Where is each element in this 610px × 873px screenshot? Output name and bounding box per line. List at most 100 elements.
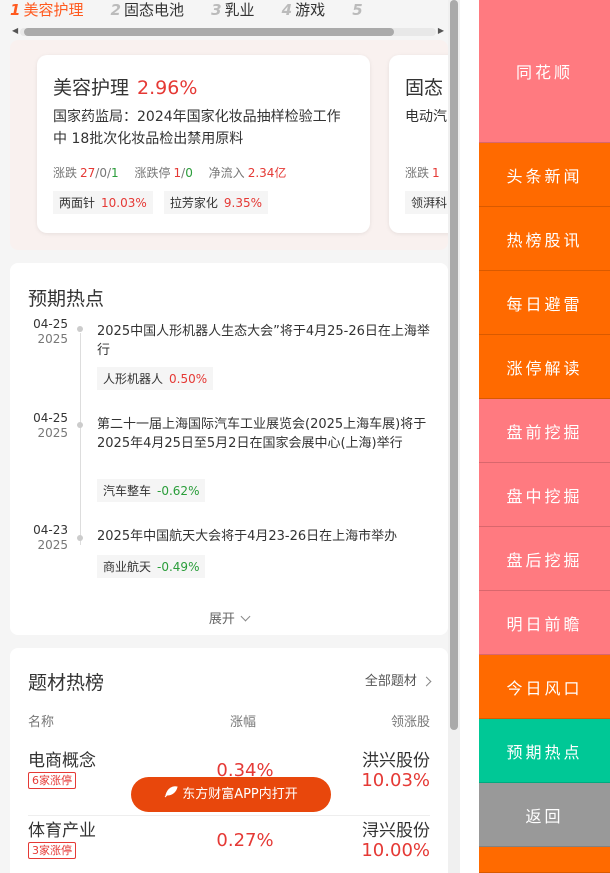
tab-label: 美容护理 (23, 1, 84, 19)
sector-stocks: 两面针 10.03% 拉芳家化 9.35% (53, 191, 354, 214)
limit-up-badge: 3家涨停 (28, 842, 76, 859)
lead-stock-pct: 10.03% (361, 770, 430, 791)
nav-item-6[interactable]: 盘前挖掘 (479, 399, 610, 463)
sector-carousel: 美容护理 2.96% 国家药监局：2024年国家化妆品抽样检验工作中 18批次化妆… (10, 40, 448, 250)
section-title: 预期热点 (28, 288, 105, 310)
sector-title: 美容护理 2.96% (53, 73, 354, 100)
tab-number: 5 (352, 1, 363, 19)
divider (460, 0, 479, 873)
concept-name: 商业航天 (103, 560, 152, 574)
event-day: 04-25 (33, 317, 68, 331)
event-year: 2025 (37, 538, 68, 552)
column-header-name: 名称 (28, 715, 55, 730)
tab-label: 乳业 (224, 1, 255, 19)
timeline-line (80, 333, 81, 545)
nav-item-4[interactable]: 每日避雷 (479, 271, 610, 335)
event-text[interactable]: 第二十一届上海国际汽车工业展览会(2025上海车展)将于2025年4月25日至5… (97, 415, 433, 453)
scroll-thumb[interactable] (24, 28, 394, 36)
concept-chip[interactable]: 汽车整车 -0.62% (97, 479, 206, 502)
tab-2[interactable]: 2 固态电池 (110, 1, 184, 19)
tab-3[interactable]: 3 乳业 (211, 1, 255, 19)
flat-count: 0 (99, 166, 107, 180)
sector-card[interactable]: 固态 电动汽 涨跌 1 领湃科 (389, 55, 448, 233)
theme-name: 电商概念 (28, 751, 96, 771)
sector-stats: 涨跌 27/0/1 涨跌停 1/0 净流入 2.34亿 (53, 166, 287, 180)
nav-item-1[interactable]: 同花顺 (479, 0, 610, 143)
stock-name: 拉芳家化 (169, 196, 218, 210)
up-count: 27 (80, 166, 96, 180)
vertical-scroll-thumb[interactable] (450, 0, 458, 730)
sector-desc[interactable]: 国家药监局：2024年国家化妆品抽样检验工作中 18批次化妆品检出禁用原料 (53, 106, 354, 150)
scroll-right-icon[interactable]: ▶ (438, 26, 444, 35)
sector-name: 固态 (405, 77, 444, 99)
event-day: 04-25 (33, 411, 68, 425)
tab-4[interactable]: 4 游戏 (281, 1, 326, 19)
sector-tabs: 1 美容护理 2 固态电池 3 乳业 4 游戏 5 (10, 0, 446, 20)
side-nav: 同花顺 头条新闻 热榜股讯 每日避雷 涨停解读 盘前挖掘 盘中挖掘 盘后挖掘 明日前瞻 今日风口预… (479, 0, 610, 873)
nav-item-8[interactable]: 盘后挖掘 (479, 527, 610, 591)
sector-stats: 涨跌 1 (405, 164, 448, 181)
expand-button[interactable]: 展开 (10, 608, 448, 627)
sector-name: 美容护理 (53, 77, 130, 99)
up-count: 1 (432, 166, 440, 180)
stock-chip[interactable]: 两面针 10.03% (53, 191, 153, 214)
open-in-app-button[interactable]: 东方财富APP内打开 (131, 777, 331, 812)
event-year: 2025 (37, 426, 68, 440)
nav-item-9[interactable]: 明日前瞻 (479, 591, 610, 655)
horizontal-scrollbar[interactable]: ◀ ▶ (10, 26, 446, 38)
limit-label: 涨跌停 (134, 166, 171, 180)
nav-item-12[interactable]: 返回 (479, 783, 610, 847)
tab-label: 游戏 (295, 1, 326, 19)
concept-chip[interactable]: 人形机器人 0.50% (97, 367, 214, 390)
nav-item-2[interactable]: 头条新闻 (479, 143, 610, 207)
sector-card[interactable]: 美容护理 2.96% 国家药监局：2024年国家化妆品抽样检验工作中 18批次化妆… (37, 55, 370, 233)
scroll-left-icon[interactable]: ◀ (12, 26, 18, 35)
hot-row[interactable]: 体育产业 3家涨停 0.27% 浔兴股份 10.00% (28, 816, 430, 873)
nav-item-7[interactable]: 盘中挖掘 (479, 463, 610, 527)
tab-1[interactable]: 1 美容护理 (10, 1, 84, 19)
stock-chip[interactable]: 拉芳家化 9.35% (163, 191, 269, 214)
updown-label: 涨跌 (405, 166, 430, 180)
tab-number: 1 (10, 1, 21, 19)
expected-hotspots-panel: 预期热点 04-25 2025 2025中国人形机器人生态大会”将于4月25-26… (10, 263, 448, 635)
all-themes-label: 全部题材 (364, 674, 417, 689)
vertical-scrollbar[interactable] (448, 0, 460, 873)
concept-pct: 0.50% (169, 372, 208, 386)
nav-item-10[interactable]: 今日风口 (479, 655, 610, 719)
concept-chip[interactable]: 商业航天 -0.49% (97, 555, 206, 578)
open-in-app-label: 东方财富APP内打开 (182, 787, 298, 802)
inflow-label: 净流入 (208, 166, 245, 180)
nav-item-11[interactable]: 预期热点 (479, 719, 610, 783)
tab-5[interactable]: 5 (352, 1, 365, 19)
timeline-dot (77, 326, 83, 332)
expand-label: 展开 (208, 612, 235, 627)
stock-pct: 9.35% (223, 196, 263, 210)
column-header-lead: 领涨股 (390, 715, 430, 730)
event-day: 04-23 (33, 523, 68, 537)
sector-stocks: 领湃科 (405, 191, 448, 214)
tab-number: 4 (281, 1, 293, 19)
sector-desc[interactable]: 电动汽 (405, 106, 448, 150)
nav-item-3[interactable]: 热榜股讯 (479, 207, 610, 271)
chevron-down-icon (240, 611, 251, 622)
tab-number: 3 (211, 1, 222, 19)
limit-up-count: 1 (173, 166, 182, 180)
all-themes-link[interactable]: 全部题材 (364, 670, 432, 689)
event-date: 04-25 2025 (28, 411, 68, 441)
event-text[interactable]: 2025中国人形机器人生态大会”将于4月25-26日在上海举行 (97, 322, 433, 360)
event-date: 04-25 2025 (28, 317, 68, 347)
nav-item-5[interactable]: 涨停解读 (479, 335, 610, 399)
lead-stock: 浔兴股份 (362, 821, 430, 841)
theme-hot-list: 题材热榜 全部题材 名称 涨幅 领涨股 电商概念 6家涨停 0.34% 洪兴股份… (10, 648, 448, 873)
lead-stock-pct: 10.00% (361, 840, 430, 861)
stock-name: 领湃科 (411, 196, 448, 210)
stock-chip[interactable]: 领湃科 (405, 191, 448, 214)
stock-name: 两面针 (59, 196, 96, 210)
main-content: 1 美容护理 2 固态电池 3 乳业 4 游戏 5 ◀ ▶ 美容护理 2.96% 国家药监… (0, 0, 460, 873)
nav-item-13[interactable] (479, 847, 610, 873)
event-text[interactable]: 2025年中国航天大会将于4月23-26日在上海市举办 (97, 527, 433, 546)
tab-number: 2 (110, 1, 121, 19)
concept-name: 人形机器人 (103, 372, 164, 386)
column-header-pct[interactable]: 涨幅 (230, 711, 256, 730)
theme-name: 体育产业 (28, 821, 96, 841)
